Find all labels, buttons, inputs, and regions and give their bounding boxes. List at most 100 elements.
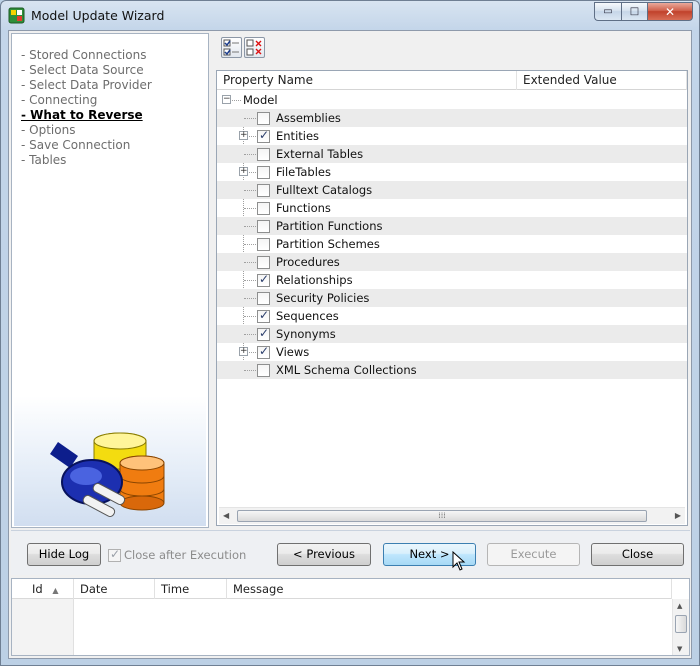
property-tree-grid: Property Name Extended Value − Model Ass… [216,70,688,526]
row-label: FileTables [276,165,331,179]
tree-row[interactable]: Sequences [217,307,687,325]
scroll-up-icon[interactable]: ▲ [677,602,682,610]
row-checkbox[interactable] [257,344,270,359]
check-all-button[interactable] [221,37,242,58]
row-checkbox[interactable] [257,148,270,161]
tree-row[interactable]: Partition Schemes [217,235,687,253]
hide-log-button[interactable]: Hide Log [27,543,101,566]
wizard-step-4[interactable]: - What to Reverse [21,108,152,123]
row-checkbox[interactable] [257,202,270,215]
wizard-step-5[interactable]: - Options [21,123,152,138]
tree-connector [232,100,241,101]
execute-button: Execute [487,543,580,566]
row-checkbox[interactable] [257,292,270,305]
row-label: Procedures [276,255,340,269]
tree-row[interactable]: + Entities [217,127,687,145]
tree-connector [244,190,256,191]
wizard-step-3[interactable]: - Connecting [21,93,152,108]
tree-root-model[interactable]: − Model [217,91,687,109]
mouse-cursor-icon [452,551,466,571]
close-after-execution-check[interactable] [108,547,121,562]
scroll-left-icon[interactable]: ◀ [223,511,229,520]
row-checkbox[interactable] [257,364,270,377]
wizard-step-1[interactable]: - Select Data Source [21,63,152,78]
wizard-step-6[interactable]: - Save Connection [21,138,152,153]
wizard-window: Model Update Wizard ▭ □ ✕ - Stored Conne… [0,0,700,666]
wizard-client-area: - Stored Connections - Select Data Source… [8,30,692,659]
close-after-execution-checkbox[interactable]: Close after Execution [108,547,246,563]
tree-row[interactable]: Procedures [217,253,687,271]
scroll-down-icon[interactable]: ▼ [677,645,682,653]
tree-row[interactable]: Relationships [217,271,687,289]
close-window-button[interactable]: ✕ [647,2,693,21]
row-checkbox[interactable] [257,238,270,251]
row-checkbox[interactable] [257,220,270,233]
vertical-scroll-thumb[interactable] [675,615,687,633]
log-column-message[interactable]: Message [227,579,672,599]
tree-row[interactable]: Fulltext Catalogs [217,181,687,199]
wizard-steps-list: - Stored Connections - Select Data Source… [21,48,152,168]
previous-button[interactable]: < Previous [277,543,371,566]
tree-row[interactable]: XML Schema Collections [217,361,687,379]
collapse-icon[interactable]: − [222,95,231,104]
maximize-button[interactable]: □ [621,2,647,21]
row-checkbox[interactable] [257,128,270,143]
vertical-scrollbar[interactable]: ▲ ▼ [672,599,689,655]
column-header-extended-value[interactable]: Extended Value [517,71,687,90]
close-button[interactable]: Close [591,543,684,566]
tree-row[interactable]: + FileTables [217,163,687,181]
minimize-button[interactable]: ▭ [594,2,621,21]
tree-root-label: Model [243,93,278,107]
row-checkbox[interactable] [257,326,270,341]
row-label: Partition Functions [276,219,383,233]
tree-row[interactable]: Partition Functions [217,217,687,235]
database-plug-illustration [50,432,165,517]
tree-row[interactable]: Security Policies [217,289,687,307]
row-checkbox[interactable] [257,166,270,179]
row-label: External Tables [276,147,364,161]
row-checkbox[interactable] [257,272,270,287]
title-bar[interactable]: Model Update Wizard ▭ □ ✕ [1,1,699,31]
tree-row[interactable]: Synonyms [217,325,687,343]
uncheck-all-icon [246,39,262,56]
check-all-icon [223,39,239,56]
wizard-steps-panel: - Stored Connections - Select Data Source… [11,33,209,528]
tree-row[interactable]: + Views [217,343,687,361]
row-label: Functions [276,201,331,215]
row-label: Synonyms [276,327,336,341]
scroll-right-icon[interactable]: ▶ [675,511,681,520]
tree-connector [244,118,256,119]
tree-connector [244,244,256,245]
row-checkbox[interactable] [257,112,270,125]
wizard-illustration [14,396,206,526]
row-checkbox[interactable] [257,184,270,197]
tree-connector [244,226,256,227]
wizard-step-7[interactable]: - Tables [21,153,152,168]
tree-connector [244,262,256,263]
row-label: Fulltext Catalogs [276,183,373,197]
tree-row[interactable]: Functions [217,199,687,217]
row-label: Partition Schemes [276,237,380,251]
expand-icon[interactable]: + [239,167,248,176]
tree-row[interactable]: Assemblies [217,109,687,127]
row-checkbox[interactable] [257,256,270,269]
maximize-icon: □ [629,6,640,17]
log-column-id[interactable]: Id ▲ [12,579,74,599]
wizard-step-2[interactable]: - Select Data Provider [21,78,152,93]
horizontal-scroll-thumb[interactable]: ⁞⁞⁞ [237,510,647,522]
expand-icon[interactable]: + [239,347,248,356]
row-label: Views [276,345,310,359]
wizard-step-0[interactable]: - Stored Connections [21,48,152,63]
log-row-header [12,599,74,655]
log-column-id-label: Id [32,582,43,596]
log-column-date[interactable]: Date [74,579,155,599]
uncheck-all-button[interactable] [244,37,265,58]
tree-row[interactable]: External Tables [217,145,687,163]
horizontal-scrollbar[interactable]: ◀ ⁞⁞⁞ ▶ [219,507,685,524]
log-column-time[interactable]: Time [155,579,227,599]
row-checkbox[interactable] [257,308,270,323]
tree-connector [244,334,256,335]
expand-icon[interactable]: + [239,131,248,140]
column-header-property-name[interactable]: Property Name [217,71,517,90]
close-icon: ✕ [664,4,676,19]
